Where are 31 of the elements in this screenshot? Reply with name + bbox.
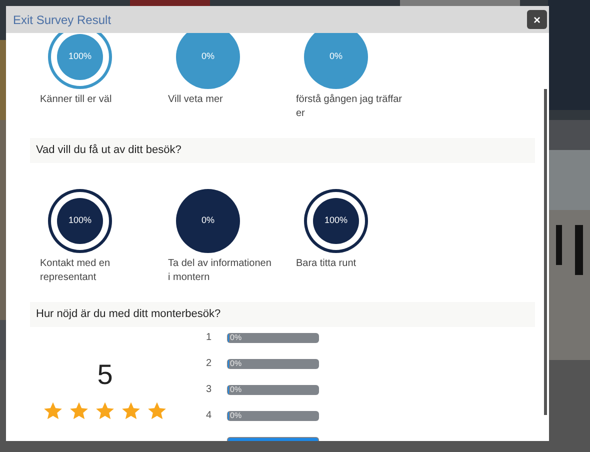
progress-value: 0% [230,385,242,395]
average-score: 5 [97,359,113,391]
percent-value: 0% [329,50,342,64]
star-icon [69,401,89,421]
star-icon [147,401,167,421]
option-label: Kontakt med en representant [40,257,112,285]
progress-value: 0% [230,411,242,421]
rating-label: 3 [206,385,213,395]
close-button[interactable]: × [527,10,547,29]
option-label: förstå gången jag träffar er [296,93,403,121]
percent-value: 0% [201,50,214,64]
option-label: Vill veta mer [168,93,224,107]
percent-value: 0% [201,214,214,228]
percent-value: 100% [68,214,92,228]
progress-value: 0% [230,333,242,343]
rating-label: 4 [206,411,213,421]
rating-label: 1 [206,333,213,343]
rating-label: 2 [206,359,213,369]
option-label: Ta del av informationen i montern [168,257,272,285]
scrollbar-thumb[interactable] [544,89,547,415]
section-header: Vad vill du få ut av ditt besök? [30,138,535,163]
percent-value: 100% [68,50,92,64]
option-label: Känner till er väl [40,93,113,107]
star-icon [95,401,115,421]
progress-value: 0% [230,359,242,369]
percent-value: 100% [324,214,348,228]
star-icon [43,401,63,421]
option-label: Bara titta runt [296,257,358,271]
modal-title: Exit Survey Result [13,12,112,28]
section-header: Hur nöjd är du med ditt monterbesök? [30,302,535,327]
star-icon [121,401,141,421]
